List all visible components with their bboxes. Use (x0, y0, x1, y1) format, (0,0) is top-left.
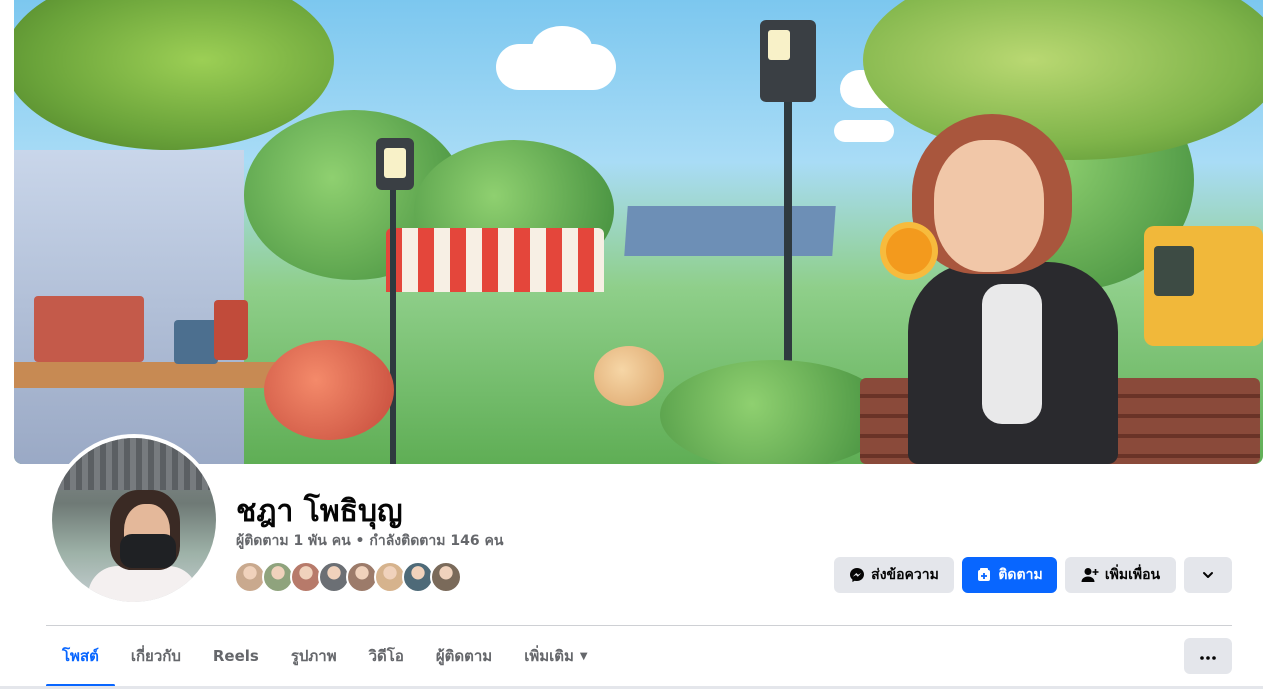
follow-button[interactable]: ติดตาม (962, 557, 1057, 593)
follow-icon (976, 567, 992, 583)
cover-photo[interactable] (14, 0, 1263, 464)
follower-stats[interactable]: ผู้ติดตาม 1 พัน คน • กำลังติดตาม 146 คน (236, 530, 503, 552)
more-options-button[interactable] (1184, 638, 1232, 674)
tab-videos[interactable]: วิดีโอ (353, 626, 420, 686)
profile-picture[interactable] (48, 434, 220, 606)
profile-page: ชฎา โพธิบุญ ผู้ติดตาม 1 พัน คน • กำลังติ… (0, 0, 1263, 689)
tab-more[interactable]: เพิ่มเติม ▼ (508, 626, 603, 686)
follow-label: ติดตาม (998, 567, 1043, 583)
caret-down-icon: ▼ (579, 650, 588, 662)
chevron-down-icon (1201, 568, 1215, 582)
profile-tabs: โพสต์ เกี่ยวกับ Reels รูปภาพ วิดีโอ ผู้ต… (46, 626, 604, 688)
add-friend-icon (1081, 567, 1099, 583)
friend-avatar[interactable] (430, 561, 462, 593)
tab-followers[interactable]: ผู้ติดตาม (420, 626, 508, 686)
messenger-icon (849, 567, 865, 583)
cover-awning (386, 228, 604, 292)
cover-tree-right (863, 0, 1263, 160)
more-horizontal-icon (1200, 647, 1216, 665)
profile-options-dropdown[interactable] (1184, 557, 1232, 593)
add-friend-button[interactable]: เพิ่มเพื่อน (1065, 557, 1176, 593)
send-message-button[interactable]: ส่งข้อความ (834, 557, 954, 593)
cover-stall-roof (624, 206, 836, 256)
mutual-friends-avatars[interactable] (234, 561, 462, 593)
tab-photos[interactable]: รูปภาพ (275, 626, 353, 686)
tab-reels[interactable]: Reels (197, 626, 275, 686)
tab-about[interactable]: เกี่ยวกับ (115, 626, 197, 686)
send-message-label: ส่งข้อความ (871, 567, 939, 583)
profile-name: ชฎา โพธิบุญ (236, 494, 403, 529)
add-friend-label: เพิ่มเพื่อน (1104, 567, 1161, 583)
tab-posts[interactable]: โพสต์ (46, 626, 115, 687)
